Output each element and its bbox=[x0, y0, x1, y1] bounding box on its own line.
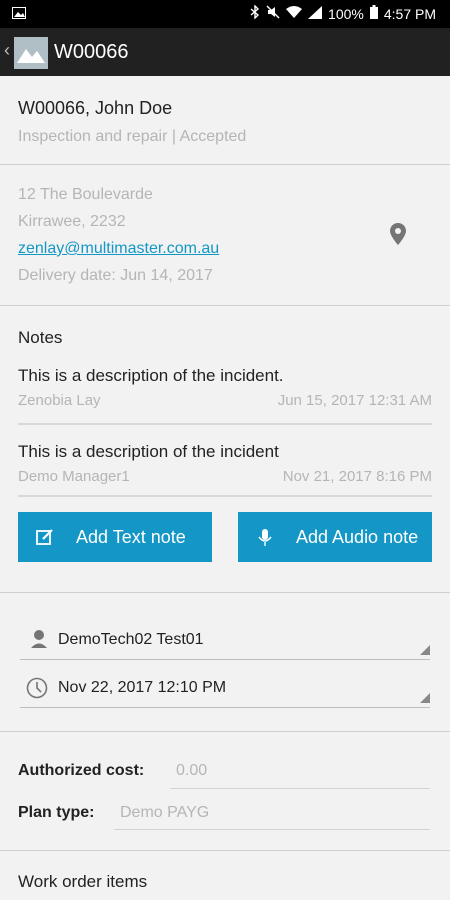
status-bar: 100% 4:57 PM bbox=[0, 0, 450, 28]
wifi-icon bbox=[286, 5, 303, 22]
technician-dropdown[interactable]: DemoTech02 Test01 bbox=[20, 623, 430, 660]
order-header: W00066, John Doe Inspection and repair |… bbox=[0, 76, 450, 165]
note-text: This is a description of the incident bbox=[18, 442, 279, 461]
app-bar: ‹ W00066 bbox=[0, 28, 450, 76]
work-order-items-title: Work order items bbox=[18, 872, 148, 891]
email-link[interactable]: zenlay@multimaster.com.au bbox=[18, 240, 219, 258]
address-section: 12 The Boulevarde Kirrawee, 2232 zenlay@… bbox=[0, 165, 450, 306]
plan-type-underline bbox=[114, 829, 430, 830]
assignment-section: DemoTech02 Test01 Nov 22, 2017 12:10 PM bbox=[0, 593, 450, 732]
microphone-icon bbox=[256, 528, 274, 546]
note-author: Zenobia Lay bbox=[18, 392, 101, 409]
picture-icon bbox=[12, 6, 26, 22]
datetime-dropdown[interactable]: Nov 22, 2017 12:10 PM bbox=[20, 671, 430, 708]
address-line2: Kirrawee, 2232 bbox=[18, 213, 126, 230]
bluetooth-icon bbox=[250, 4, 260, 22]
add-audio-note-label: Add Audio note bbox=[296, 526, 419, 547]
delivery-date: Delivery date: Jun 14, 2017 bbox=[18, 267, 213, 284]
plan-type-label: Plan type: bbox=[18, 804, 95, 821]
app-logo[interactable] bbox=[14, 37, 48, 69]
status-icons: 100% 4:57 PM bbox=[250, 4, 436, 22]
add-text-note-label: Add Text note bbox=[76, 526, 186, 547]
order-heading: W00066, John Doe bbox=[18, 98, 173, 118]
clock-time: 4:57 PM bbox=[383, 5, 436, 22]
battery-icon bbox=[369, 5, 378, 22]
dropdown-arrow-icon bbox=[420, 693, 430, 703]
address-line1: 12 The Boulevarde bbox=[18, 186, 153, 203]
plan-type-field[interactable]: Demo PAYG bbox=[120, 804, 209, 822]
notes-title: Notes bbox=[18, 328, 63, 347]
add-text-note-button[interactable]: Add Text note bbox=[18, 512, 212, 562]
authorized-cost-field[interactable]: 0.00 bbox=[176, 762, 207, 780]
add-audio-note-button[interactable]: Add Audio note bbox=[238, 512, 432, 562]
note-text: This is a description of the incident. bbox=[18, 366, 284, 385]
dropdown-arrow-icon bbox=[420, 645, 430, 655]
datetime-value: Nov 22, 2017 12:10 PM bbox=[58, 679, 227, 696]
mute-icon bbox=[266, 5, 280, 22]
authorized-cost-label: Authorized cost: bbox=[18, 762, 145, 779]
map-pin-icon[interactable] bbox=[390, 223, 406, 250]
work-order-items-section[interactable]: Work order items bbox=[0, 851, 450, 900]
authorized-cost-underline bbox=[170, 788, 430, 789]
note-date: Jun 15, 2017 12:31 AM bbox=[277, 392, 432, 409]
signal-icon bbox=[308, 5, 323, 22]
back-chevron-icon[interactable]: ‹ bbox=[4, 40, 10, 61]
note-date: Nov 21, 2017 8:16 PM bbox=[282, 468, 432, 485]
order-subheading: Inspection and repair | Accepted bbox=[18, 128, 247, 145]
app-title: W00066 bbox=[54, 41, 129, 63]
note-divider bbox=[18, 495, 432, 497]
battery-percent: 100% bbox=[328, 5, 364, 22]
person-icon bbox=[29, 629, 49, 654]
note-author: Demo Manager1 bbox=[18, 468, 130, 485]
costs-section: Authorized cost: 0.00 Plan type: Demo PA… bbox=[0, 732, 450, 851]
clock-icon bbox=[26, 677, 48, 704]
technician-value: DemoTech02 Test01 bbox=[58, 631, 204, 648]
note-divider bbox=[18, 423, 432, 425]
edit-note-icon bbox=[36, 528, 54, 546]
